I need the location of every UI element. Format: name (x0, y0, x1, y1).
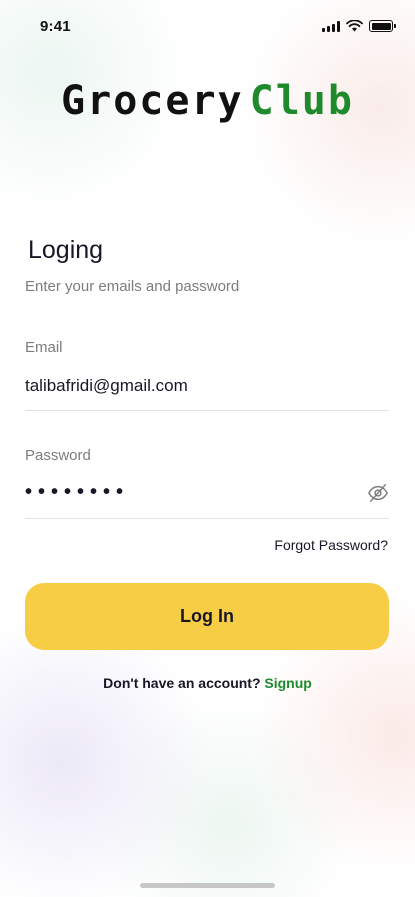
app-logo: Grocery Club (0, 78, 415, 124)
email-underline (25, 410, 389, 411)
signup-row: Don't have an account? Signup (0, 675, 415, 691)
home-indicator (140, 883, 275, 888)
eye-off-icon[interactable] (367, 483, 389, 503)
status-icons (322, 20, 396, 32)
cellular-signal-icon (322, 20, 340, 32)
password-input[interactable]: •••••••• (25, 481, 389, 508)
signup-link[interactable]: Signup (264, 675, 311, 691)
password-field[interactable]: Password •••••••• (25, 447, 389, 519)
password-label: Password (25, 447, 91, 464)
email-field[interactable]: Email talibafridi@gmail.com (25, 339, 389, 411)
forgot-password-link[interactable]: Forgot Password? (274, 537, 388, 553)
login-button[interactable]: Log In (25, 583, 389, 650)
battery-icon (369, 20, 396, 32)
logo-word-grocery: Grocery (61, 78, 244, 124)
email-input[interactable]: talibafridi@gmail.com (25, 376, 389, 400)
page-subtitle: Enter your emails and password (25, 278, 240, 295)
wifi-icon (346, 20, 363, 32)
status-time: 9:41 (40, 18, 71, 35)
status-bar: 9:41 (0, 0, 415, 50)
email-label: Email (25, 339, 63, 356)
password-underline (25, 518, 389, 519)
page-title: Loging (28, 236, 104, 264)
logo-word-club: Club (249, 78, 354, 124)
signup-prompt: Don't have an account? (103, 675, 261, 691)
